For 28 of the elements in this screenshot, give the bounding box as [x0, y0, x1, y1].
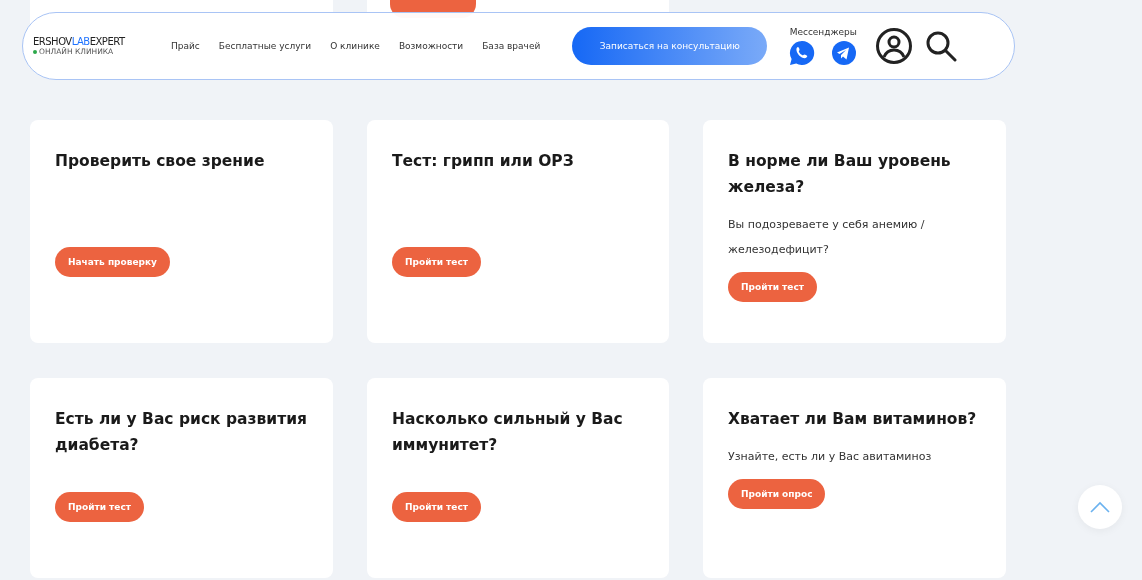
user-icon[interactable]	[875, 27, 914, 65]
card-description: Вы подозреваете у себя анемию / железодефицит?	[728, 217, 926, 258]
card-button[interactable]: Пройти опрос	[728, 479, 826, 509]
card-title: Хватает ли Вам витаминов?	[728, 409, 977, 430]
nav-link[interactable]: Прайс	[171, 41, 200, 51]
card-button[interactable]: Начать проверку	[55, 247, 170, 277]
card-description: Узнайте, есть ли у Вас авитаминоз	[728, 449, 932, 465]
messengers-label: Мессенджеры	[789, 26, 857, 37]
card-button[interactable]: Пройти тест	[392, 247, 481, 277]
card-title: В норме ли Ваш уровень железа?	[728, 151, 952, 198]
nav-link[interactable]: База врачей	[482, 41, 541, 51]
card-title: Насколько сильный у Вас иммунитет?	[392, 409, 624, 456]
search-icon[interactable]	[925, 30, 958, 62]
card-button[interactable]: Пройти тест	[392, 492, 481, 522]
card-title: Проверить свое зрение	[55, 151, 265, 172]
paper-plane-icon[interactable]	[831, 39, 858, 66]
logo-text[interactable]: ERSHOVLABEXPERT	[33, 36, 153, 47]
nav-link[interactable]: Возможности	[398, 41, 464, 51]
nav-link[interactable]: Бесплатные услуги	[218, 41, 312, 51]
phone-chat-icon[interactable]	[789, 39, 816, 66]
chevron-up-icon	[1090, 501, 1110, 513]
card-button[interactable]: Пройти тест	[55, 492, 144, 522]
nav-link[interactable]: О клинике	[330, 41, 380, 51]
card-title: Есть ли у Вас риск развития диабета?	[55, 409, 308, 456]
dot-icon	[33, 49, 37, 54]
consultation-button[interactable]: Записаться на консультацию	[572, 27, 768, 65]
card-button[interactable]: Пройти тест	[728, 272, 817, 302]
card-title: Тест: грипп или ОРЗ	[392, 151, 574, 172]
